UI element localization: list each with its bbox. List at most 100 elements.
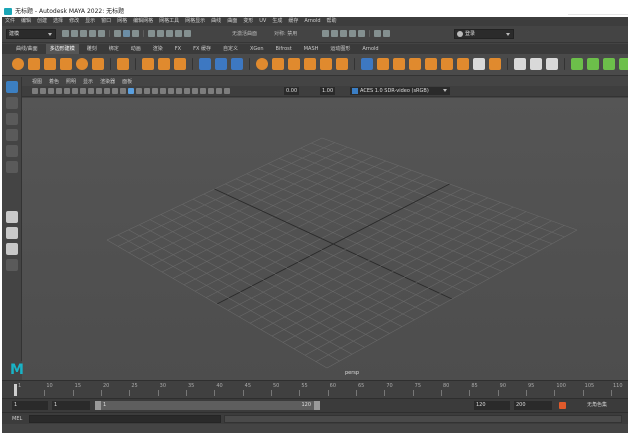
login-dropdown[interactable]: 登录 (454, 29, 514, 39)
menu-item[interactable]: 编辑网格 (133, 18, 153, 24)
animation-start-field[interactable]: 1 (12, 401, 48, 410)
xray-components-icon[interactable] (216, 88, 222, 94)
select-object-icon[interactable] (123, 30, 130, 37)
lasso-tool-icon[interactable] (6, 97, 18, 109)
shelf-tab[interactable]: 运动图形 (326, 44, 354, 54)
boolean-icon[interactable] (256, 58, 268, 70)
snap-grid-icon[interactable] (148, 30, 155, 37)
shelf-tab[interactable]: 雕刻 (83, 44, 101, 54)
bevel-icon[interactable] (304, 58, 316, 70)
menu-item[interactable]: 曲线 (211, 18, 221, 24)
collapse-icon[interactable] (441, 58, 453, 70)
planar-map-icon[interactable] (489, 58, 501, 70)
grid-toggle-icon[interactable] (64, 88, 70, 94)
bookmark-icon[interactable] (48, 88, 54, 94)
poly-cone-icon[interactable] (60, 58, 72, 70)
menu-item[interactable]: UV (259, 18, 266, 24)
character-set-dropdown[interactable]: 无角色集 (587, 401, 607, 410)
new-scene-icon[interactable] (62, 30, 69, 37)
title-bar-search-box[interactable] (568, 6, 628, 15)
ipr-render-icon[interactable] (331, 30, 338, 37)
command-input[interactable] (29, 415, 221, 423)
save-scene-icon[interactable] (80, 30, 87, 37)
current-time-indicator[interactable] (14, 384, 17, 396)
viewport-menu-item[interactable]: 面板 (122, 79, 132, 85)
menu-item[interactable]: 编辑 (21, 18, 31, 24)
mirror-icon[interactable] (457, 58, 469, 70)
poly-cylinder-icon[interactable] (44, 58, 56, 70)
menu-item[interactable]: 生成 (272, 18, 282, 24)
hypershade-icon[interactable] (349, 30, 356, 37)
menu-item[interactable]: 变形 (243, 18, 253, 24)
auto-key-icon[interactable] (559, 402, 566, 409)
menu-item[interactable]: 网格工具 (159, 18, 179, 24)
connect-icon[interactable] (393, 58, 405, 70)
gamma-field[interactable]: 1.00 (320, 87, 336, 95)
shelf-tab[interactable]: Arnold (358, 44, 382, 54)
menu-item[interactable]: 创建 (37, 18, 47, 24)
merge-icon[interactable] (425, 58, 437, 70)
snap-point-icon[interactable] (166, 30, 173, 37)
cut-uv-icon[interactable] (514, 58, 526, 70)
persp-outliner-layout-icon[interactable] (6, 243, 18, 255)
unfold-icon[interactable] (546, 58, 558, 70)
smooth-shade-icon[interactable] (120, 88, 126, 94)
shelf-tab[interactable]: 渲染 (149, 44, 167, 54)
uv-snapshot-icon[interactable] (619, 58, 628, 70)
shelf-tab[interactable]: MASH (300, 44, 323, 54)
camera-attributes-icon[interactable] (40, 88, 46, 94)
symmetry-label[interactable]: 对称: 禁用 (274, 30, 297, 39)
combine-icon[interactable] (199, 58, 211, 70)
shadows-icon[interactable] (152, 88, 158, 94)
toggle-channel-box-icon[interactable] (383, 30, 390, 37)
perspective-viewport[interactable]: persp (22, 98, 628, 380)
shelf-tab[interactable]: 曲线/曲面 (12, 44, 42, 54)
sew-uv-icon[interactable] (530, 58, 542, 70)
menu-item[interactable]: 帮助 (327, 18, 337, 24)
poly-disc-icon[interactable] (117, 58, 129, 70)
xray-icon[interactable] (200, 88, 206, 94)
snap-curve-icon[interactable] (157, 30, 164, 37)
undo-icon[interactable] (89, 30, 96, 37)
film-gate-icon[interactable] (72, 88, 78, 94)
menu-item[interactable]: 网格显示 (185, 18, 205, 24)
redo-icon[interactable] (98, 30, 105, 37)
xray-joints-icon[interactable] (208, 88, 214, 94)
svg-tool-icon[interactable] (174, 58, 186, 70)
menu-item[interactable]: 网格 (117, 18, 127, 24)
open-scene-icon[interactable] (71, 30, 78, 37)
motion-blur-icon[interactable] (168, 88, 174, 94)
field-chart-icon[interactable] (96, 88, 102, 94)
image-plane-icon[interactable] (56, 88, 62, 94)
bridge-icon[interactable] (288, 58, 300, 70)
range-start-handle[interactable] (95, 401, 101, 410)
shelf-tab[interactable]: FX (171, 44, 185, 54)
shelf-tab[interactable]: XGen (246, 44, 268, 54)
render-frame-icon[interactable] (322, 30, 329, 37)
shelf-tab[interactable]: 多边形建模 (45, 44, 79, 54)
shelf-tab[interactable]: FX 缓存 (189, 44, 215, 54)
menu-item[interactable]: 窗口 (101, 18, 111, 24)
uv-toolkit-icon[interactable] (603, 58, 615, 70)
type-tool-icon[interactable] (158, 58, 170, 70)
wireframe-icon[interactable] (112, 88, 118, 94)
render-settings-icon[interactable] (340, 30, 347, 37)
viewport-menu-item[interactable]: 渲染器 (100, 79, 115, 85)
snap-view-icon[interactable] (175, 30, 182, 37)
rotate-tool-icon[interactable] (6, 145, 18, 157)
poly-torus-icon[interactable] (76, 58, 88, 70)
poly-sphere-icon[interactable] (12, 58, 24, 70)
poly-cube-icon[interactable] (28, 58, 40, 70)
exposure-field[interactable]: 0.00 (284, 87, 300, 95)
select-component-icon[interactable] (132, 30, 139, 37)
four-view-layout-icon[interactable] (6, 227, 18, 239)
live-surface-label[interactable]: 无激活曲面 (232, 30, 257, 39)
isolate-select-icon[interactable] (192, 88, 198, 94)
ambient-occlusion-icon[interactable] (160, 88, 166, 94)
select-camera-icon[interactable] (32, 88, 38, 94)
shelf-tab[interactable]: 自定义 (219, 44, 242, 54)
depth-of-field-icon[interactable] (184, 88, 190, 94)
toggle-panel-icon[interactable] (374, 30, 381, 37)
fill-hole-icon[interactable] (336, 58, 348, 70)
scale-tool-icon[interactable] (6, 161, 18, 173)
